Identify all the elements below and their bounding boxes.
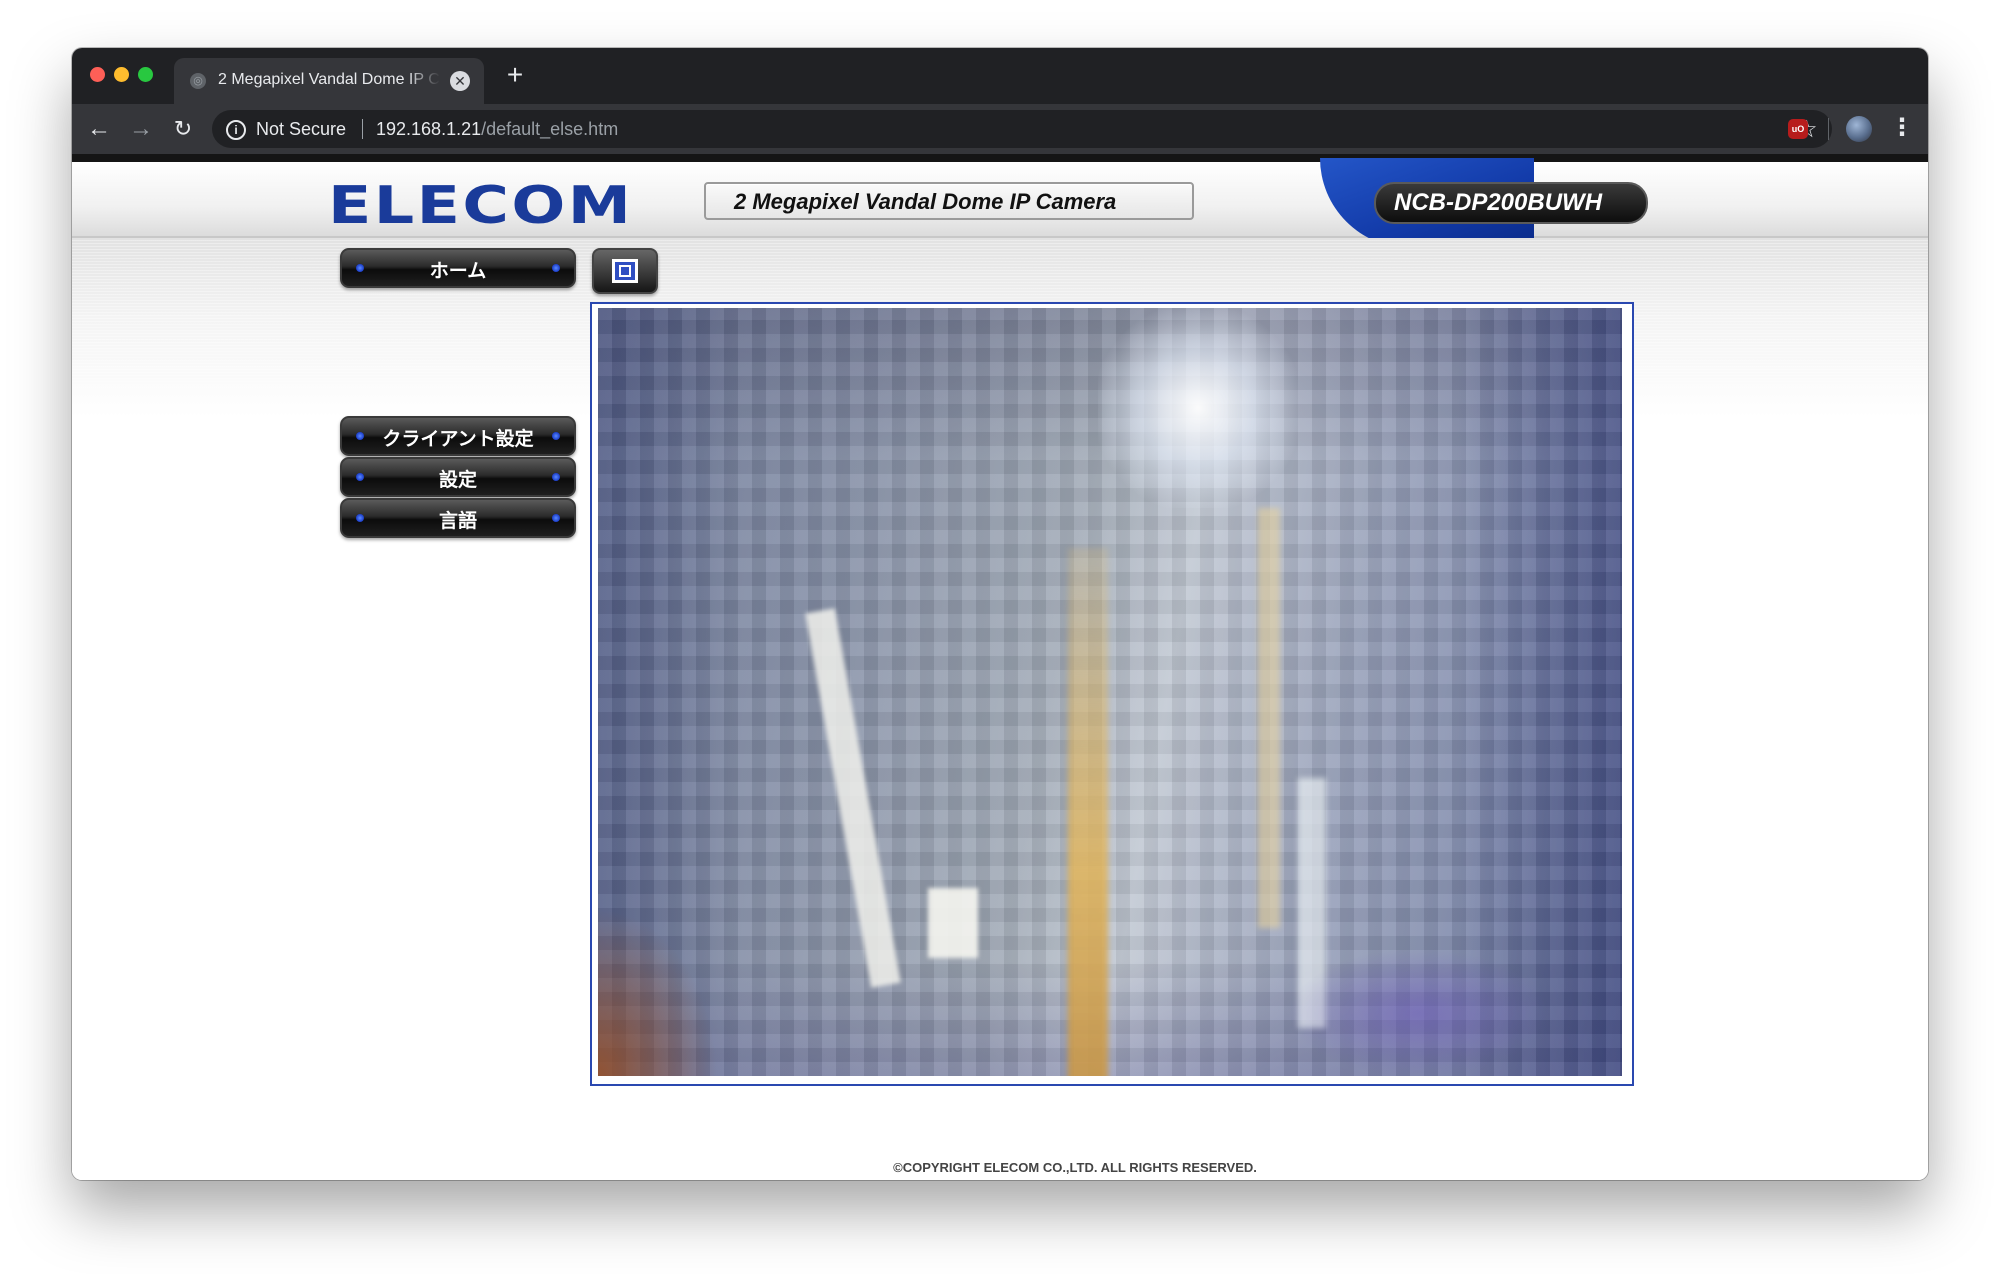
tab-title: 2 Megapixel Vandal Dome IP Camera <box>218 71 440 88</box>
back-arrow-icon[interactable]: ← <box>84 114 114 144</box>
maximize-window-button[interactable] <box>138 67 153 82</box>
language-button[interactable]: 言語 <box>340 498 576 538</box>
main-area: ホーム クライアント設定 設定 言語 ©COPYRIGHT ELECOM CO.… <box>72 238 1928 1180</box>
video-light-area <box>1098 308 1298 508</box>
avatar[interactable] <box>1846 116 1872 142</box>
page-header: ELECOM 2 Megapixel Vandal Dome IP Camera… <box>72 158 1928 248</box>
button-dot-right <box>552 473 560 481</box>
top-strip <box>72 154 1928 162</box>
copyright-text: ©COPYRIGHT ELECOM CO.,LTD. ALL RIGHTS RE… <box>893 1160 1257 1175</box>
close-window-button[interactable] <box>90 67 105 82</box>
security-label[interactable]: Not Secure <box>256 119 346 140</box>
fullscreen-button[interactable] <box>592 248 658 294</box>
button-dot-right <box>552 432 560 440</box>
toolbar-divider <box>1828 118 1829 140</box>
tab-favicon-icon: ◎ <box>190 73 206 89</box>
forward-arrow-icon[interactable]: → <box>126 114 156 144</box>
model-name: NCB-DP200BUWH <box>1394 189 1603 216</box>
video-purple-shade <box>1288 948 1548 1076</box>
video-cable <box>805 608 901 988</box>
browser-window: ◎ 2 Megapixel Vandal Dome IP Camera ✕ + … <box>72 48 1928 1180</box>
settings-button[interactable]: 設定 <box>340 457 576 497</box>
browser-toolbar: ← → ↻ i Not Secure 192.168.1.21/default_… <box>72 104 1928 154</box>
client-settings-label: クライアント設定 <box>382 428 534 450</box>
live-camera-view[interactable] <box>598 308 1622 1076</box>
video-corner-shade <box>598 908 718 1076</box>
address-bar[interactable]: i Not Secure 192.168.1.21/default_else.h… <box>212 110 1832 148</box>
live-video-frame <box>590 302 1634 1086</box>
minimize-window-button[interactable] <box>114 67 129 82</box>
home-button[interactable]: ホーム <box>340 248 576 288</box>
kebab-menu-icon[interactable]: ⋮ <box>1890 113 1914 142</box>
video-cable <box>928 888 978 958</box>
client-settings-button[interactable]: クライアント設定 <box>340 416 576 456</box>
product-title: 2 Megapixel Vandal Dome IP Camera <box>734 189 1117 214</box>
close-icon[interactable]: ✕ <box>450 71 470 91</box>
tab-bar: ◎ 2 Megapixel Vandal Dome IP Camera ✕ + <box>72 48 1928 104</box>
url-path: /default_else.htm <box>481 119 619 139</box>
button-dot-right <box>552 514 560 522</box>
info-icon[interactable]: i <box>226 120 246 140</box>
model-badge: NCB-DP200BUWH <box>1374 182 1648 224</box>
home-button-label: ホーム <box>429 260 487 282</box>
language-label: 言語 <box>438 510 477 532</box>
url-host: 192.168.1.21 <box>376 119 482 139</box>
fullscreen-icon <box>612 259 638 283</box>
plus-icon[interactable]: + <box>500 60 530 90</box>
active-tab[interactable]: ◎ 2 Megapixel Vandal Dome IP Camera ✕ <box>174 58 484 104</box>
reload-icon[interactable]: ↻ <box>168 114 198 144</box>
ublock-icon[interactable]: uO <box>1788 119 1808 139</box>
web-page: ELECOM 2 Megapixel Vandal Dome IP Camera… <box>72 154 1928 1180</box>
video-pole <box>1068 548 1108 1076</box>
omnibox-divider <box>362 119 363 139</box>
url-text[interactable]: 192.168.1.21/default_else.htm <box>376 119 618 140</box>
video-pole <box>1258 508 1280 928</box>
button-dot-right <box>552 264 560 272</box>
settings-label: 設定 <box>438 469 477 491</box>
elecom-logo: ELECOM <box>328 176 634 236</box>
product-title-box: 2 Megapixel Vandal Dome IP Camera <box>704 182 1194 220</box>
